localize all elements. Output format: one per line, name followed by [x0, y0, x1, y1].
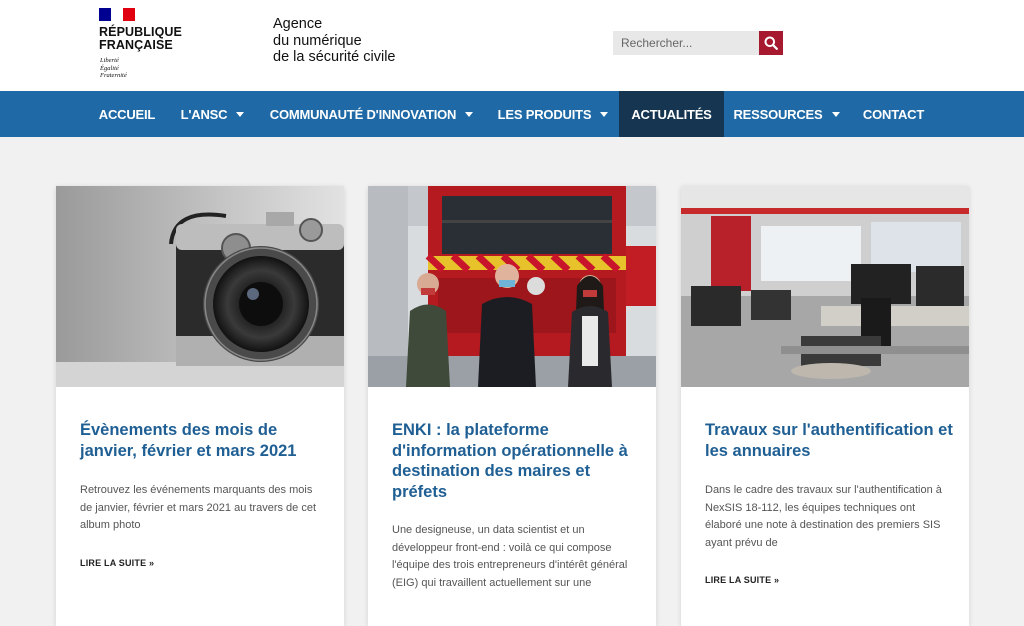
card-excerpt: Une designeuse, un data scientist et un …: [392, 524, 628, 589]
main-navigation: ACCUEIL L'ANSC COMMUNAUTÉ D'INNOVATION L…: [0, 91, 1024, 137]
nav-contact[interactable]: CONTACT: [849, 91, 938, 137]
card-title[interactable]: Travaux sur l'authentification et les an…: [705, 420, 953, 461]
nav-communaute-label: COMMUNAUTÉ D'INNOVATION: [269, 106, 457, 122]
chevron-down-icon: [465, 111, 474, 117]
nav-communaute-innovation[interactable]: COMMUNAUTÉ D'INNOVATION: [256, 91, 487, 137]
site-header: RÉPUBLIQUE FRANÇAISE Liberté Égalité Fra…: [0, 0, 1024, 91]
marianne-flag-logo: [99, 8, 135, 21]
card-excerpt: Retrouvez les événements marquants des m…: [80, 484, 317, 531]
article-card: Évènements des mois de janvier, février …: [56, 186, 344, 626]
search-input[interactable]: [613, 31, 759, 55]
agency-line-3: de la sécurité civile: [273, 49, 396, 65]
francaise-line: FRANÇAISE: [99, 38, 173, 52]
search-icon: [764, 36, 778, 50]
nav-actualites[interactable]: ACTUALITÉS: [619, 91, 724, 137]
agency-name[interactable]: Agence du numérique de la sécurité civil…: [273, 16, 396, 66]
article-card: Travaux sur l'authentification et les an…: [681, 186, 969, 626]
operations-room-photo: [681, 186, 969, 387]
republique-francaise-logo-text[interactable]: RÉPUBLIQUE FRANÇAISE: [99, 26, 182, 52]
motto-liberte: Liberté: [100, 57, 119, 64]
read-more-link[interactable]: LIRE LA SUITE »: [80, 558, 154, 568]
chevron-down-icon: [600, 111, 609, 117]
chevron-down-icon: [236, 111, 245, 117]
nav-lansc[interactable]: L'ANSC: [169, 91, 256, 137]
card-image-camera[interactable]: [56, 186, 344, 387]
nav-contact-label: CONTACT: [862, 106, 925, 122]
article-card: ENKI : la plateforme d'information opéra…: [368, 186, 656, 626]
nav-les-produits[interactable]: LES PRODUITS: [487, 91, 619, 137]
nav-accueil-label: ACCUEIL: [98, 106, 156, 122]
fire-truck-team-photo: [368, 186, 656, 387]
card-title[interactable]: ENKI : la plateforme d'information opéra…: [392, 420, 640, 502]
republic-motto: Liberté Égalité Fraternité: [100, 57, 127, 80]
nav-actualites-label: ACTUALITÉS: [631, 106, 712, 122]
chevron-down-icon: [831, 111, 840, 117]
agency-line-2: du numérique: [273, 32, 362, 49]
camera-photo: [56, 186, 344, 387]
nav-produits-label: LES PRODUITS: [497, 106, 592, 122]
read-more-link[interactable]: LIRE LA SUITE »: [705, 575, 779, 585]
nav-ressources-label: RESSOURCES: [733, 106, 823, 122]
nav-ressources[interactable]: RESSOURCES: [724, 91, 849, 137]
search-button[interactable]: [759, 31, 783, 55]
card-image-operations-room[interactable]: [681, 186, 969, 387]
card-excerpt: Dans le cadre des travaux sur l'authenti…: [705, 484, 942, 549]
agency-line-1: Agence: [273, 16, 323, 32]
motto-fraternite: Fraternité: [100, 72, 127, 79]
card-image-fire-truck[interactable]: [368, 186, 656, 387]
motto-egalite: Égalité: [100, 64, 119, 72]
card-title[interactable]: Évènements des mois de janvier, février …: [80, 420, 328, 461]
nav-lansc-label: L'ANSC: [180, 106, 228, 122]
nav-accueil[interactable]: ACCUEIL: [85, 91, 169, 137]
